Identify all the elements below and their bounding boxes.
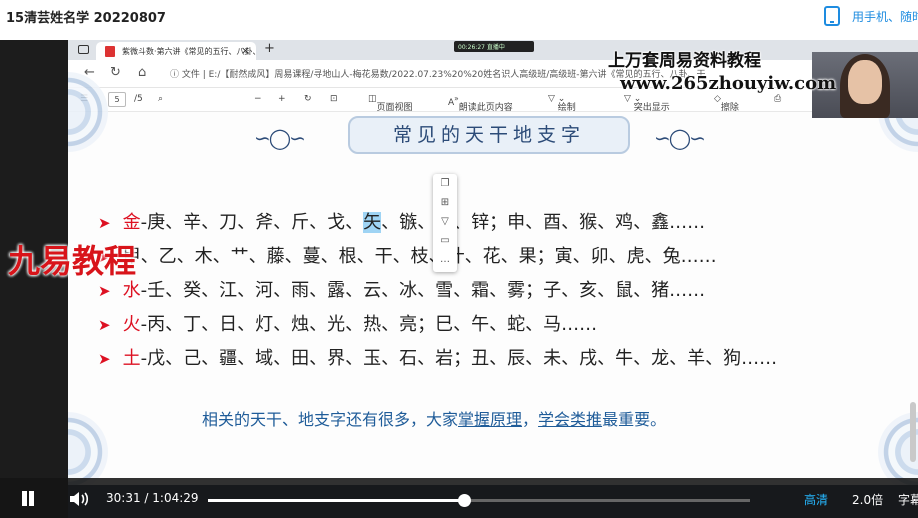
pause-button[interactable] <box>20 491 36 507</box>
bullet-arrow-icon: ➤ <box>98 350 111 368</box>
time-separator: / <box>144 491 149 505</box>
rotate-icon[interactable]: ↻ <box>304 94 312 104</box>
row-text: -壬、癸、江、河、雨、露、云、冰、雪、霜、雾；子、亥、鼠、猪…… <box>140 280 706 301</box>
pdf-icon <box>105 46 115 57</box>
search-icon[interactable]: ⌕ <box>158 94 163 104</box>
erase-button[interactable]: ◇ 擦除 <box>714 94 739 113</box>
refresh-icon[interactable]: ↻ <box>110 65 121 80</box>
watermark-left: 九易教程 <box>8 242 137 280</box>
row-text: -丙、丁、日、灯、烛、光、热、亮；巳、午、蛇、马…… <box>140 314 598 335</box>
speed-button[interactable]: 2.0倍 <box>852 491 883 508</box>
page-view-button[interactable]: ◫ 页面视图 <box>368 94 413 113</box>
browser-tab-bar: 紫微斗数·第六讲《常见的五行、八卦、干 × + 00:26:27 直播中 <box>68 40 918 60</box>
swirl-ornament-right: ∽◯∽ <box>654 126 706 150</box>
element-row-wood: ➤ 甲、乙、木、艹、藤、蔓、根、干、枝、叶、花、果；寅、卯、虎、兔…… <box>98 242 717 268</box>
quality-button[interactable]: 高清 <box>804 491 828 508</box>
page-heading: 常见的天干地支字 <box>348 116 630 154</box>
row-text: -戊、己、疆、域、田、界、玉、石、岩；丑、辰、未、戌、牛、龙、羊、狗…… <box>140 348 778 369</box>
progress-track[interactable] <box>208 494 750 507</box>
highlight-icon[interactable]: ▽ <box>433 212 457 231</box>
element-name: 金 <box>122 212 141 233</box>
time-display: 30:31 / 1:04:29 <box>106 491 199 505</box>
pdf-page: ∽◯∽ ∽◯∽ 常见的天干地支字 ➤ 金-庚、辛、刀、斧、斤、戈、矢、镞、新、锌；… <box>68 72 918 492</box>
draw-button[interactable]: ▽ 绘制 ⌄ <box>548 94 576 113</box>
title-bar: 15清芸姓名学 20220807 用手机、随时 <box>0 0 918 32</box>
fit-page-icon[interactable]: ⊡ <box>330 94 338 104</box>
volume-icon[interactable] <box>68 490 90 508</box>
summary-part: ， <box>522 410 539 429</box>
tab-title: 紫微斗数·第六讲《常见的五行、八卦、干 <box>122 47 256 56</box>
close-tab-icon[interactable]: × <box>241 44 250 57</box>
video-title: 15清芸姓名学 20220807 <box>6 11 166 26</box>
summary-text: 相关的天干、地支字还有很多，大家掌握原理，学会类推最重要。 <box>202 406 666 430</box>
video-frame[interactable]: 紫微斗数·第六讲《常见的五行、八卦、干 × + 00:26:27 直播中 ← ↻… <box>0 40 918 518</box>
swirl-ornament-left: ∽◯∽ <box>254 126 306 150</box>
element-name: 火 <box>122 314 141 335</box>
element-row-fire: ➤ 火-丙、丁、日、灯、烛、光、热、亮；巳、午、蛇、马…… <box>98 310 597 336</box>
summary-underline: 掌握原理 <box>458 410 523 429</box>
current-time: 30:31 <box>106 491 141 505</box>
browser-tab[interactable]: 紫微斗数·第六讲《常见的五行、八卦、干 × <box>96 42 256 60</box>
home-icon[interactable]: ⌂ <box>138 65 146 80</box>
summary-underline: 学会类推 <box>538 410 603 429</box>
element-name: 土 <box>122 348 141 369</box>
progress-handle[interactable] <box>458 494 472 507</box>
summary-part: 相关的天干、地支字还有很多，大家 <box>202 410 459 429</box>
element-row-earth: ➤ 土-戊、己、疆、域、田、界、玉、石、岩；丑、辰、未、戌、牛、龙、羊、狗…… <box>98 344 777 370</box>
bullet-arrow-icon: ➤ <box>98 282 111 300</box>
progress-fill <box>208 499 465 502</box>
presenter-face <box>848 60 882 104</box>
row-text: -庚、辛、刀、斧、斤、戈、 <box>140 212 364 233</box>
zoom-in-icon[interactable]: + <box>278 94 286 104</box>
summary-part: 最重要。 <box>602 410 667 429</box>
selected-text[interactable]: 矢 <box>363 212 382 233</box>
copy-icon[interactable]: ❐ <box>433 174 457 193</box>
print-icon[interactable]: ⎙ <box>774 94 781 104</box>
row-text-rest: 、镞、新、锌；申、酉、猴、鸡、鑫…… <box>381 212 706 233</box>
new-tab-icon[interactable]: + <box>264 41 275 56</box>
element-row-metal: ➤ 金-庚、辛、刀、斧、斤、戈、矢、镞、新、锌；申、酉、猴、鸡、鑫…… <box>98 208 705 234</box>
pause-icon <box>29 491 34 506</box>
player-controls: 30:31 / 1:04:29 高清 2.0倍 字幕 <box>0 478 918 518</box>
mobile-watch-link[interactable]: 用手机、随时 <box>852 8 918 25</box>
page-number-input[interactable]: 5 <box>108 92 126 107</box>
page-scrollbar[interactable] <box>910 402 916 462</box>
highlight-button[interactable]: ▽ 突出显示 ⌄ <box>624 94 670 113</box>
bullet-arrow-icon: ➤ <box>98 214 111 232</box>
row-text: 甲、乙、木、艹、藤、蔓、根、干、枝、叶、花、果；寅、卯、虎、兔…… <box>122 246 717 267</box>
phone-icon[interactable] <box>824 6 840 26</box>
search-selection-icon[interactable]: ⊞ <box>433 193 457 212</box>
watermark-url: www.265zhouyiw.com <box>620 73 837 94</box>
bullet-arrow-icon: ➤ <box>98 316 111 334</box>
pause-icon <box>22 491 27 506</box>
duration: 1:04:29 <box>152 491 199 505</box>
selection-context-menu: ❐ ⊞ ▽ ▭ … <box>433 174 457 272</box>
window-icon <box>78 45 89 54</box>
watermark-top: 上万套周易资料教程 <box>608 51 761 71</box>
recording-indicator: 00:26:27 直播中 <box>454 41 534 52</box>
element-name: 水 <box>122 280 141 301</box>
zoom-out-icon[interactable]: − <box>254 94 262 104</box>
page-total: /5 <box>134 94 143 104</box>
more-icon[interactable]: … <box>433 250 457 269</box>
read-aloud-button[interactable]: A» 朗读此页内容 <box>448 94 513 113</box>
screen-capture: 紫微斗数·第六讲《常见的五行、八卦、干 × + 00:26:27 直播中 ← ↻… <box>68 40 918 518</box>
comment-icon[interactable]: ▭ <box>433 231 457 250</box>
element-row-water: ➤ 水-壬、癸、江、河、雨、露、云、冰、雪、霜、雾；子、亥、鼠、猪…… <box>98 276 705 302</box>
subtitle-button[interactable]: 字幕 <box>898 491 918 508</box>
